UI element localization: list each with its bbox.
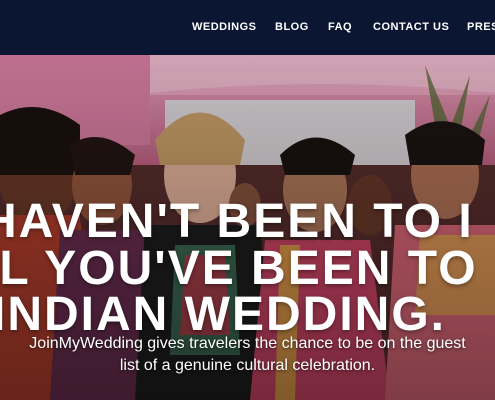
- subtitle-line-1: JoinMyWedding gives travelers the chance…: [29, 335, 466, 352]
- hero-headline: HAVEN'T BEEN TO I IL YOU'VE BEEN TO INDI…: [0, 55, 495, 400]
- nav-weddings-link[interactable]: WEDDINGS: [192, 21, 257, 33]
- nav-faq-link[interactable]: FAQ: [328, 21, 352, 33]
- nav-contact-us-link[interactable]: CONTACT US: [373, 21, 449, 33]
- hero-subtitle: JoinMyWedding gives travelers the chance…: [0, 333, 495, 377]
- nav-blog-link[interactable]: BLOG: [275, 21, 309, 33]
- subtitle-line-2: list of a genuine cultural celebration.: [119, 357, 376, 374]
- hero-section: HAVEN'T BEEN TO I IL YOU'VE BEEN TO INDI…: [0, 55, 495, 400]
- nav-press-link[interactable]: PRES: [467, 21, 495, 33]
- top-navigation: WEDDINGS BLOG FAQ CONTACT US PRES: [0, 0, 495, 55]
